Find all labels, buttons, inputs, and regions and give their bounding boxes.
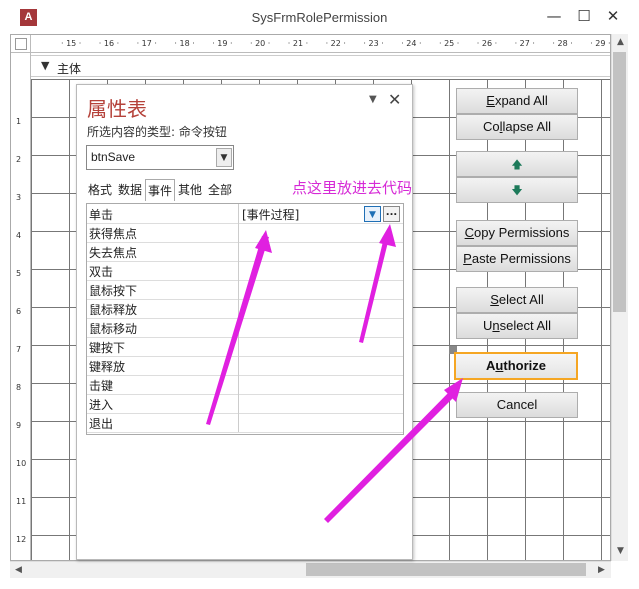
ruler-tick-label: · 17 · — [136, 39, 157, 48]
ruler-tick-label: · 27 · — [514, 39, 535, 48]
annotation-text: 点这里放进去代码 — [292, 179, 413, 197]
property-name: 获得焦点 — [89, 227, 138, 241]
vertical-ruler: 1 2 3 4 5 6 7 8 9 10 11 12 — [11, 53, 31, 560]
selected-control-name: btnSave — [91, 150, 136, 164]
ruler-tick-label: · 25 · — [439, 39, 460, 48]
ruler-tick-label: 1 — [16, 117, 22, 126]
tab-format[interactable]: 格式 — [86, 179, 114, 201]
vertical-scroll-thumb[interactable] — [613, 52, 626, 312]
ruler-tick-label: 5 — [16, 269, 22, 278]
move-down-button[interactable]: 🡇 — [456, 177, 578, 203]
ruler-tick-label: 8 — [16, 383, 22, 392]
property-row[interactable]: 单击 [事件过程] — [87, 204, 403, 224]
control-selector[interactable]: btnSave ▼ — [86, 145, 234, 170]
cancel-button[interactable]: Cancel — [456, 392, 578, 418]
scroll-down-icon[interactable]: ▼ — [612, 543, 629, 560]
ruler-tick-label: 12 — [16, 535, 27, 544]
horizontal-ruler: · 15 · · 16 · · 17 · · 18 · · 19 · · 20 · · 21… — [31, 35, 611, 53]
property-sheet-scrollbar[interactable] — [433, 185, 445, 545]
pane-options-icon[interactable]: ▼ — [369, 94, 377, 105]
property-name: 击键 — [89, 379, 114, 393]
property-name: 键释放 — [89, 360, 126, 374]
property-name: 鼠标移动 — [89, 322, 138, 336]
ruler-tick-label: · 19 · — [212, 39, 233, 48]
chevron-down-icon[interactable]: ▼ — [216, 148, 232, 167]
property-row[interactable]: 进入 — [87, 394, 403, 414]
paste-permissions-button[interactable]: Paste Permissions — [456, 246, 578, 272]
builder-button[interactable]: ... — [383, 206, 400, 222]
maximize-button[interactable]: ☐ — [571, 6, 597, 26]
property-name: 双击 — [89, 265, 114, 279]
ruler-tick-label: 10 — [16, 459, 27, 468]
tab-data[interactable]: 数据 — [116, 179, 144, 201]
property-grid: 单击 [事件过程] 获得焦点 失去焦点 双击 鼠标按下 鼠标释放 鼠标移动 键按下… — [86, 203, 404, 435]
detail-section-bar[interactable]: ▼ 主体 — [31, 55, 610, 77]
property-row[interactable]: 退出 — [87, 413, 403, 433]
minimize-button[interactable]: — — [541, 6, 567, 26]
property-name: 失去焦点 — [89, 246, 138, 260]
property-row[interactable]: 鼠标释放 — [87, 299, 403, 319]
property-name: 鼠标按下 — [89, 284, 138, 298]
unselect-all-button[interactable]: Unselect All — [456, 313, 578, 339]
tab-event[interactable]: 事件 — [145, 179, 176, 201]
collapse-all-button[interactable]: Collapse All — [456, 114, 578, 140]
chevron-down-icon[interactable]: ▼ — [364, 206, 381, 222]
ruler-tick-label: 9 — [16, 421, 22, 430]
property-row[interactable]: 键释放 — [87, 356, 403, 376]
property-row[interactable]: 键按下 — [87, 337, 403, 357]
ruler-tick-label: 6 — [16, 307, 22, 316]
ruler-tick-label: 4 — [16, 231, 22, 240]
authorize-button[interactable]: Authorize — [454, 352, 578, 380]
property-row[interactable]: 击键 — [87, 375, 403, 395]
copy-permissions-button[interactable]: Copy Permissions — [456, 220, 578, 246]
property-sheet-title: 属性表 — [87, 97, 147, 121]
scroll-right-icon[interactable]: ▶ — [593, 562, 610, 579]
ruler-tick-label: · 20 · — [250, 39, 271, 48]
ruler-tick-label: 2 — [16, 155, 22, 164]
scroll-left-icon[interactable]: ◀ — [10, 562, 27, 579]
property-name: 鼠标释放 — [89, 303, 138, 317]
ruler-tick-label: · 23 · — [363, 39, 384, 48]
section-label: 主体 — [57, 62, 82, 76]
property-row[interactable]: 鼠标移动 — [87, 318, 403, 338]
select-all-button[interactable]: Select All — [456, 287, 578, 313]
arrow-down-icon: 🡇 — [511, 185, 523, 197]
ruler-tick-label: · 15 · — [61, 39, 82, 48]
arrow-up-icon: 🡅 — [511, 159, 523, 171]
tab-all[interactable]: 全部 — [206, 179, 234, 201]
close-button[interactable]: ✕ — [600, 6, 626, 26]
property-row[interactable]: 鼠标按下 — [87, 280, 403, 300]
ruler-tick-label: 7 — [16, 345, 22, 354]
ruler-tick-label: · 22 · — [325, 39, 346, 48]
property-row[interactable]: 失去焦点 — [87, 242, 403, 262]
section-marker-icon: ▼ — [41, 59, 50, 72]
expand-all-button[interactable]: Expand All — [456, 88, 578, 114]
form-selector[interactable] — [15, 38, 27, 50]
property-row[interactable]: 双击 — [87, 261, 403, 281]
scroll-up-icon[interactable]: ▲ — [612, 34, 629, 51]
ruler-tick-label: 11 — [16, 497, 27, 506]
ruler-tick-label: 3 — [16, 193, 22, 202]
ruler-tick-label: · 18 · — [174, 39, 195, 48]
title-bar: A SysFrmRolePermission — ☐ ✕ — [0, 0, 639, 34]
ruler-tick-label: · 21 · — [287, 39, 309, 48]
ruler-corner[interactable] — [11, 35, 31, 53]
property-name: 键按下 — [89, 341, 126, 355]
ruler-tick-label: · 16 · — [98, 39, 120, 48]
ruler-tick-label: · 29 · — [590, 39, 611, 48]
property-name: 退出 — [89, 417, 114, 431]
close-pane-icon[interactable]: ✕ — [388, 90, 401, 109]
ruler-tick-label: · 24 · — [401, 39, 422, 48]
horizontal-scroll-thumb[interactable] — [306, 563, 586, 576]
selection-type-label: 所选内容的类型: 命令按钮 — [87, 125, 227, 139]
tab-other[interactable]: 其他 — [176, 179, 204, 201]
property-sheet: 属性表 ▼ ✕ 所选内容的类型: 命令按钮 btnSave ▼ 格式 数据 事件… — [76, 84, 413, 560]
ruler-tick-label: · 28 · — [552, 39, 573, 48]
property-name: 单击 — [89, 208, 114, 222]
property-row[interactable]: 获得焦点 — [87, 223, 403, 243]
move-up-button[interactable]: 🡅 — [456, 151, 578, 177]
ruler-tick-label: · 26 · — [476, 39, 498, 48]
property-value[interactable]: [事件过程] — [242, 206, 299, 223]
property-name: 进入 — [89, 398, 114, 412]
